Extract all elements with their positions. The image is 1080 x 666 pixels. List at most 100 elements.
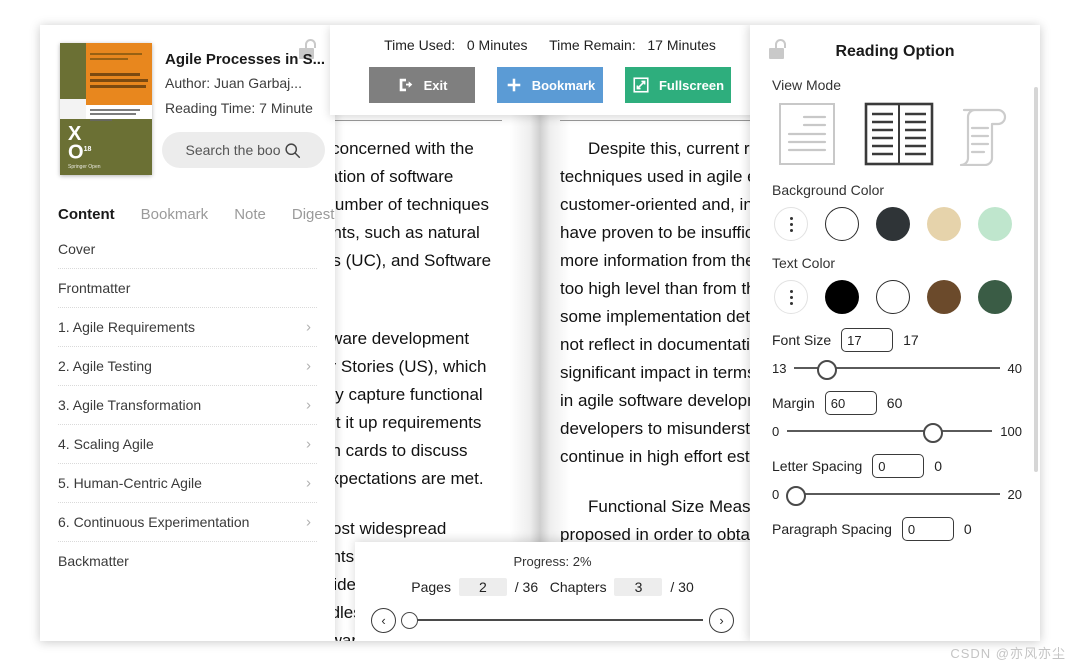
font-size-head: Font Size 17 bbox=[772, 328, 1040, 352]
previous-page-button[interactable]: ‹ bbox=[371, 607, 396, 633]
text-swatch-white[interactable] bbox=[876, 280, 910, 314]
background-color-label: Background Color bbox=[772, 182, 885, 198]
paragraph-spacing-value: 0 bbox=[963, 521, 972, 537]
book-author: Author: Juan Garbaj... bbox=[165, 75, 302, 91]
chevron-right-icon[interactable]: › bbox=[306, 397, 311, 414]
search-placeholder-text: Search the boo bbox=[185, 142, 281, 158]
chevron-right-icon[interactable]: › bbox=[306, 475, 311, 492]
letter-spacing-slider-group: Letter Spacing 0 0 20 bbox=[750, 454, 1040, 506]
progress-text: Progress: 2% bbox=[513, 554, 592, 569]
view-mode-group: View Mode bbox=[750, 77, 1040, 168]
fullscreen-button[interactable]: Fullscreen bbox=[625, 67, 731, 103]
letter-spacing-label: Letter Spacing bbox=[772, 458, 863, 474]
chevron-right-icon[interactable]: › bbox=[306, 436, 311, 453]
pages-chapters-row: Pages 2 / 36 Chapters 3 / 30 bbox=[355, 578, 750, 596]
margin-head: Margin 60 bbox=[772, 391, 1040, 415]
toc-item-agile-requirements[interactable]: 1. Agile Requirements › bbox=[58, 308, 317, 347]
chevron-right-icon[interactable]: › bbox=[306, 358, 311, 375]
bookmark-button-label: Bookmark bbox=[531, 77, 596, 93]
text-color-label: Text Color bbox=[772, 255, 836, 271]
time-remain-value: 17 Minutes bbox=[647, 37, 716, 53]
tab-content[interactable]: Content bbox=[58, 206, 115, 223]
time-used-value: 0 Minutes bbox=[466, 37, 528, 53]
fullscreen-button-label: Fullscreen bbox=[658, 77, 725, 93]
background-swatches bbox=[774, 207, 1040, 241]
cover-meta-line-3 bbox=[90, 119, 112, 121]
text-color-group: Text Color bbox=[750, 255, 1040, 314]
background-swatch-white[interactable] bbox=[825, 207, 859, 241]
letter-spacing-min: 0 bbox=[772, 486, 780, 502]
page-slider[interactable] bbox=[401, 611, 703, 629]
font-size-slider[interactable] bbox=[794, 359, 1000, 380]
search-input[interactable]: Search the boo bbox=[162, 132, 325, 168]
view-mode-double-page[interactable] bbox=[864, 102, 934, 168]
more-dots-icon bbox=[789, 216, 793, 232]
exit-button[interactable]: Exit bbox=[369, 67, 475, 103]
background-swatch-green[interactable] bbox=[978, 207, 1012, 241]
tab-bookmark[interactable]: Bookmark bbox=[141, 206, 209, 223]
toc-item-agile-testing[interactable]: 2. Agile Testing › bbox=[58, 347, 317, 386]
font-size-slider-group: Font Size 17 13 40 bbox=[750, 328, 1040, 380]
toc-item-agile-transformation[interactable]: 3. Agile Transformation › bbox=[58, 386, 317, 425]
text-swatch-black[interactable] bbox=[825, 280, 859, 314]
text-swatch-brown[interactable] bbox=[927, 280, 961, 314]
toc-item-frontmatter[interactable]: Frontmatter bbox=[58, 269, 317, 308]
background-swatch-more[interactable] bbox=[774, 207, 808, 241]
letter-spacing-value: 0 bbox=[934, 458, 943, 474]
book-title: Agile Processes in S... bbox=[165, 51, 326, 68]
chevron-right-icon[interactable]: › bbox=[306, 319, 311, 336]
toc-item-label: 4. Scaling Agile bbox=[58, 436, 154, 452]
book-meta-texts: Agile Processes in S... Author: Juan Gar… bbox=[165, 49, 340, 121]
background-swatch-dark[interactable] bbox=[876, 207, 910, 241]
bookmark-button[interactable]: Bookmark bbox=[497, 67, 603, 103]
slider-track-line bbox=[787, 493, 1000, 495]
toc-item-label: Cover bbox=[58, 241, 96, 257]
background-swatch-sepia[interactable] bbox=[927, 207, 961, 241]
pages-value[interactable]: 2 bbox=[458, 578, 507, 596]
font-size-input[interactable] bbox=[841, 328, 894, 352]
view-mode-single-page[interactable] bbox=[778, 102, 840, 168]
background-color-group: Background Color bbox=[750, 182, 1040, 241]
options-body: View Mode Background Color Text Color Fo… bbox=[750, 77, 1040, 548]
margin-slider[interactable] bbox=[787, 422, 993, 443]
plus-icon bbox=[507, 78, 521, 92]
exit-button-label: Exit bbox=[423, 77, 448, 93]
search-icon bbox=[285, 142, 301, 158]
paragraph-spacing-input[interactable] bbox=[901, 517, 954, 541]
toc-item-scaling-agile[interactable]: 4. Scaling Agile › bbox=[58, 425, 317, 464]
margin-input[interactable] bbox=[824, 391, 877, 415]
tab-note[interactable]: Note bbox=[234, 206, 266, 223]
font-size-max: 40 bbox=[1007, 360, 1022, 376]
toc-item-backmatter[interactable]: Backmatter bbox=[58, 542, 317, 580]
slider-thumb[interactable] bbox=[817, 360, 838, 380]
page-slider-row: ‹ › bbox=[371, 604, 734, 636]
cover-meta-line-2 bbox=[90, 113, 136, 115]
reader-window: Functional Size Measures and ... Data ..… bbox=[40, 25, 1040, 641]
reading-option-panel: Reading Option View Mode Background Colo… bbox=[750, 25, 1040, 641]
margin-slider-group: Margin 60 0 100 bbox=[750, 391, 1040, 443]
toc-item-continuous-experimentation[interactable]: 6. Continuous Experimentation › bbox=[58, 503, 317, 542]
next-page-button[interactable]: › bbox=[709, 607, 734, 633]
text-swatch-more[interactable] bbox=[774, 280, 808, 314]
time-status: Time Used: 0 Minutes Time Remain: 17 Min… bbox=[330, 37, 770, 53]
text-swatch-green[interactable] bbox=[978, 280, 1012, 314]
slider-thumb[interactable] bbox=[401, 612, 419, 629]
toc-item-human-centric-agile[interactable]: 5. Human-Centric Agile › bbox=[58, 464, 317, 503]
view-mode-scroll[interactable] bbox=[950, 102, 1012, 168]
chevron-left-icon: ‹ bbox=[381, 612, 386, 628]
tab-digest[interactable]: Digest bbox=[292, 206, 335, 223]
app-root: Functional Size Measures and ... Data ..… bbox=[0, 0, 1080, 666]
cover-title-line-2 bbox=[90, 79, 148, 82]
letter-spacing-input[interactable] bbox=[872, 454, 925, 478]
chevron-right-icon[interactable]: › bbox=[306, 514, 311, 531]
font-size-value: 17 bbox=[903, 332, 919, 348]
margin-min: 0 bbox=[772, 423, 780, 439]
chapters-value[interactable]: 3 bbox=[614, 578, 663, 596]
slider-thumb[interactable] bbox=[922, 423, 943, 443]
progress-panel: Progress: 2% Pages 2 / 36 Chapters 3 / 3… bbox=[355, 542, 750, 641]
slider-thumb[interactable] bbox=[785, 486, 806, 506]
cover-series-line-1 bbox=[90, 53, 142, 55]
toc-item-cover[interactable]: Cover bbox=[58, 230, 317, 269]
font-size-label: Font Size bbox=[772, 332, 832, 348]
letter-spacing-slider[interactable] bbox=[785, 485, 1000, 506]
